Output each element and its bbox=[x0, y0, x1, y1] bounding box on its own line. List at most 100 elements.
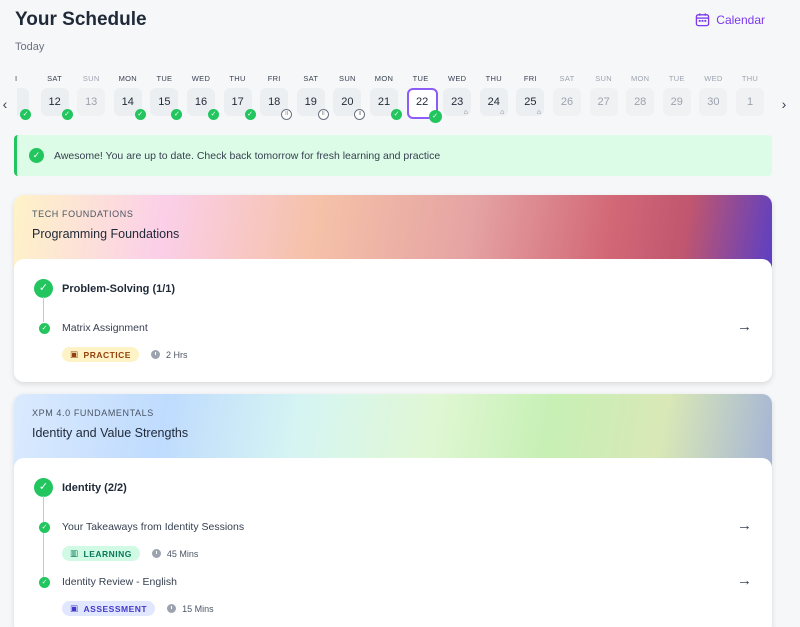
day-29[interactable]: TUE 29 bbox=[662, 74, 691, 116]
day-name: SAT bbox=[47, 74, 63, 83]
day-number: 16 ✓ bbox=[187, 88, 219, 120]
day-number: 12 ✓ bbox=[40, 88, 73, 120]
day-1[interactable]: THU 1 bbox=[736, 74, 764, 116]
day-number-label: 20 bbox=[341, 96, 354, 108]
check-icon: ✓ bbox=[39, 323, 50, 334]
arrow-right-icon[interactable]: → bbox=[737, 318, 752, 335]
day-21[interactable]: MON 21 ✓ bbox=[370, 74, 402, 120]
book-icon: ▥ bbox=[70, 548, 79, 558]
day-name: THU bbox=[741, 74, 759, 83]
check-icon: ✓ bbox=[39, 522, 50, 533]
duration-label: 15 Mins bbox=[182, 603, 214, 614]
day-number-label: 28 bbox=[634, 96, 647, 108]
day-name: SAT bbox=[559, 74, 575, 83]
pause-icon: II bbox=[354, 109, 366, 120]
day-number: 14 ✓ bbox=[113, 88, 146, 120]
check-icon: ✓ bbox=[244, 109, 256, 120]
check-icon: ✓ bbox=[39, 577, 50, 588]
day-number: 18 II bbox=[260, 88, 293, 120]
day-26[interactable]: SAT 26 bbox=[553, 74, 581, 116]
lock-icon: ⌂ bbox=[500, 109, 505, 116]
check-icon: ✓ bbox=[208, 109, 219, 120]
day-18[interactable]: FRI 18 II bbox=[260, 74, 293, 120]
check-icon: ✓ bbox=[20, 109, 31, 120]
day-number-label: 29 bbox=[670, 96, 683, 108]
task-name: Your Takeaways from Identity Sessions bbox=[62, 521, 245, 533]
tag-label: ASSESSMENT bbox=[83, 603, 148, 614]
day-12[interactable]: SAT 12 ✓ bbox=[40, 74, 73, 120]
check-icon: ✓ bbox=[134, 109, 146, 120]
check-icon: ✓ bbox=[34, 279, 53, 298]
day-24[interactable]: THU 24 ⌂ bbox=[479, 74, 508, 116]
day-20[interactable]: SUN 20 II bbox=[333, 74, 366, 120]
task-name: Matrix Assignment bbox=[62, 322, 148, 334]
course-name: Identity and Value Strengths bbox=[32, 426, 189, 440]
module-header[interactable]: ✓ Identity (2/2) bbox=[34, 478, 127, 497]
course-panel: ✓ Identity (2/2) ✓ Your Takeaways from I… bbox=[14, 458, 772, 627]
task-duration: 15 Mins bbox=[167, 604, 214, 614]
day-number: 21 ✓ bbox=[370, 88, 402, 120]
banner-text: Awesome! You are up to date. Check back … bbox=[54, 149, 441, 162]
day-name: TUE bbox=[156, 74, 173, 83]
page-title: Your Schedule bbox=[15, 9, 147, 30]
day-number-label: 30 bbox=[707, 96, 720, 108]
course-card: XPM 4.0 FUNDAMENTALS Identity and Value … bbox=[14, 394, 772, 627]
day-22[interactable]: TUE 22 ✓ bbox=[406, 74, 442, 123]
module-header[interactable]: ✓ Problem-Solving (1/1) bbox=[34, 279, 175, 298]
day-name: I bbox=[15, 74, 18, 83]
calendar-link[interactable]: Calendar bbox=[695, 12, 765, 27]
progress-line bbox=[43, 496, 44, 582]
day-partial[interactable]: I ✓ bbox=[3, 74, 31, 120]
day-number-label: 19 bbox=[304, 96, 317, 108]
day-number: 30 bbox=[699, 88, 728, 116]
check-icon: ✓ bbox=[29, 148, 44, 163]
calendar-icon bbox=[696, 13, 710, 27]
day-13[interactable]: SUN 13 bbox=[77, 74, 106, 116]
check-icon: ✓ bbox=[428, 110, 442, 123]
course-category: TECH FOUNDATIONS bbox=[32, 209, 134, 219]
assessment-tag: ▣ ASSESSMENT bbox=[62, 601, 156, 616]
tag-label: LEARNING bbox=[83, 548, 132, 559]
task-duration: 2 Hrs bbox=[150, 349, 188, 360]
day-name: THU bbox=[485, 74, 502, 83]
day-number-label: 25 bbox=[524, 96, 537, 108]
day-23[interactable]: WED 23 ⌂ bbox=[443, 74, 472, 116]
day-17[interactable]: THU 17 ✓ bbox=[223, 74, 256, 120]
day-number: 15 ✓ bbox=[150, 88, 183, 120]
day-number-label: 26 bbox=[560, 96, 574, 108]
check-icon: ✓ bbox=[171, 109, 183, 120]
duration-label: 2 Hrs bbox=[165, 349, 188, 360]
clock-icon bbox=[167, 604, 177, 613]
day-28[interactable]: MON 28 bbox=[626, 74, 655, 116]
day-name: FRI bbox=[523, 74, 537, 83]
arrow-right-icon[interactable]: → bbox=[737, 572, 752, 589]
day-number: 28 bbox=[626, 88, 655, 116]
day-number: 25 ⌂ bbox=[516, 88, 545, 116]
day-number-label: 27 bbox=[597, 96, 610, 108]
day-25[interactable]: FRI 25 ⌂ bbox=[516, 74, 545, 116]
day-number-label: 22 bbox=[415, 96, 429, 108]
day-number-label: 1 bbox=[746, 96, 754, 108]
check-icon: ✓ bbox=[391, 109, 402, 120]
pause-icon: II bbox=[281, 109, 293, 120]
clock-icon bbox=[150, 350, 160, 359]
task-duration: 45 Mins bbox=[151, 549, 198, 559]
day-30[interactable]: WED 30 bbox=[699, 74, 728, 116]
day-number: 24 ⌂ bbox=[479, 88, 508, 116]
day-27[interactable]: SUN 27 bbox=[589, 74, 618, 116]
learning-tag: ▥ LEARNING bbox=[62, 546, 140, 561]
day-16[interactable]: WED 16 ✓ bbox=[187, 74, 219, 120]
day-number-label: 18 bbox=[268, 96, 281, 108]
day-number-label: 16 bbox=[194, 96, 208, 108]
next-week-arrow-icon[interactable]: › bbox=[778, 96, 790, 112]
module-title: Problem-Solving (1/1) bbox=[62, 282, 176, 295]
day-name: MON bbox=[374, 74, 394, 83]
day-19[interactable]: SAT 19 II bbox=[296, 74, 329, 120]
calendar-label: Calendar bbox=[716, 12, 765, 27]
check-icon: ✓ bbox=[61, 109, 73, 120]
arrow-right-icon[interactable]: → bbox=[737, 517, 752, 534]
day-number: 29 bbox=[662, 88, 691, 116]
day-15[interactable]: TUE 15 ✓ bbox=[150, 74, 183, 120]
day-name: THU bbox=[229, 74, 246, 83]
day-14[interactable]: MON 14 ✓ bbox=[113, 74, 146, 120]
